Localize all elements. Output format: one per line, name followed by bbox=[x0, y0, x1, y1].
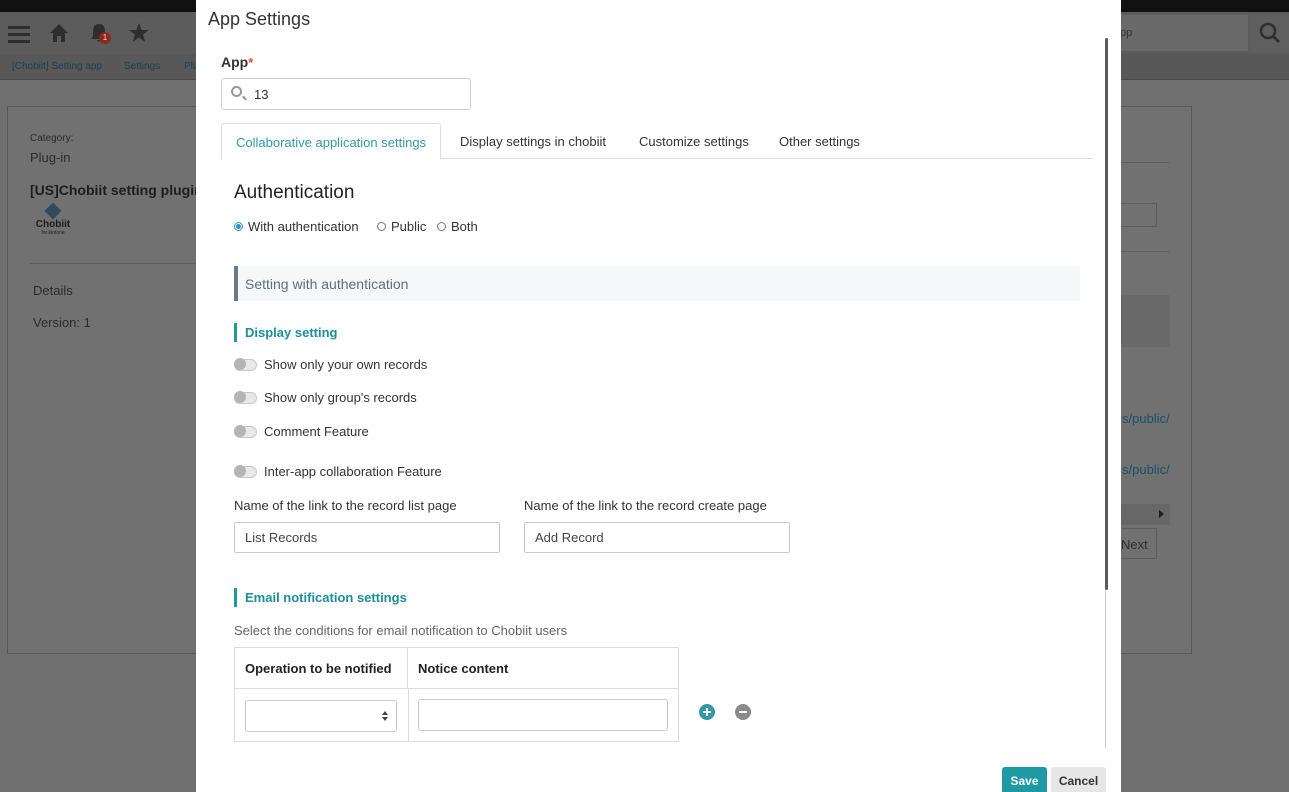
remove-row-button[interactable] bbox=[735, 704, 751, 720]
create-link-label: Name of the link to the record create pa… bbox=[524, 498, 767, 513]
toggle-label: Inter-app collaboration Feature bbox=[264, 464, 442, 479]
toggle-knob bbox=[234, 465, 246, 477]
star-icon[interactable] bbox=[128, 22, 150, 48]
logo-subtext: for kintone bbox=[41, 230, 65, 236]
details-link[interactable]: Details bbox=[33, 283, 73, 298]
divider bbox=[1121, 251, 1169, 252]
toggle-label: Comment Feature bbox=[264, 424, 369, 439]
select-arrows-icon bbox=[382, 711, 388, 721]
public-url-link[interactable]: s/public/ bbox=[1122, 462, 1170, 477]
radio-checked-icon bbox=[234, 222, 243, 232]
column-header: Operation to be notified bbox=[235, 648, 408, 689]
save-button[interactable]: Save bbox=[1002, 767, 1047, 792]
radio-unchecked-icon bbox=[437, 222, 446, 232]
modal-scrollbar[interactable] bbox=[1105, 38, 1108, 590]
section-header: Setting with authentication bbox=[234, 266, 1080, 301]
search-icon bbox=[231, 86, 242, 97]
radio-with-authentication[interactable]: With authentication bbox=[234, 219, 359, 234]
toggle-knob bbox=[234, 425, 246, 437]
minus-icon bbox=[739, 711, 747, 713]
home-icon[interactable] bbox=[48, 22, 70, 48]
tab-display-settings-in-chobiit[interactable]: Display settings in chobiit bbox=[446, 123, 620, 159]
radio-public[interactable]: Public bbox=[377, 219, 426, 234]
radio-label: With authentication bbox=[248, 219, 359, 234]
next-button[interactable]: Next bbox=[1121, 528, 1157, 559]
radio-label: Public bbox=[391, 219, 427, 234]
create-link-input[interactable] bbox=[524, 522, 790, 553]
category-label: Category: bbox=[30, 133, 74, 144]
category-value: Plug-in bbox=[30, 150, 71, 165]
notice-content-input[interactable] bbox=[418, 699, 668, 731]
scroll-track bbox=[1105, 590, 1106, 748]
plugin-title: [US]Chobiit setting plugin bbox=[30, 182, 203, 198]
radio-both[interactable]: Both bbox=[437, 219, 478, 234]
authentication-heading: Authentication bbox=[234, 182, 355, 203]
cancel-button[interactable]: Cancel bbox=[1051, 767, 1106, 792]
required-mark: * bbox=[248, 55, 254, 70]
background-table-header bbox=[1121, 295, 1170, 347]
modal-title: App Settings bbox=[208, 9, 311, 29]
breadcrumb-item[interactable]: Settings bbox=[124, 61, 160, 72]
toggle-knob bbox=[234, 391, 246, 403]
app-search-field[interactable] bbox=[221, 78, 471, 110]
notification-badge: 1 bbox=[99, 32, 111, 44]
app-search-input[interactable] bbox=[254, 85, 454, 103]
breadcrumb-item[interactable]: [Chobiit] Setting app bbox=[12, 61, 102, 72]
version-label: Version: 1 bbox=[33, 315, 91, 330]
app-settings-modal: App Settings App* Collaborative applicat… bbox=[196, 0, 1121, 792]
plus-icon-stroke bbox=[706, 708, 708, 716]
divider bbox=[30, 263, 196, 264]
radio-label: Both bbox=[451, 219, 478, 234]
email-notification-heading: Email notification settings bbox=[234, 588, 407, 607]
global-search-input[interactable]: pp bbox=[1108, 15, 1248, 51]
tab-other-settings[interactable]: Other settings bbox=[765, 123, 874, 159]
display-setting-heading: Display setting bbox=[234, 323, 337, 342]
background-input[interactable] bbox=[1121, 203, 1157, 227]
radio-unchecked-icon bbox=[377, 222, 386, 232]
list-link-input[interactable] bbox=[234, 522, 500, 553]
notification-table: Operation to be notified Notice content bbox=[234, 647, 679, 742]
search-button[interactable] bbox=[1250, 15, 1289, 51]
settings-tabs: Collaborative application settings Displ… bbox=[221, 123, 1093, 160]
pager-bar[interactable] bbox=[1121, 504, 1170, 525]
section-title: Setting with authentication bbox=[245, 276, 409, 292]
column-header: Notice content bbox=[408, 648, 679, 689]
divider bbox=[1121, 162, 1169, 163]
app-label-text: App bbox=[221, 54, 249, 70]
search-icon bbox=[1259, 22, 1281, 44]
tab-collaborative-application-settings[interactable]: Collaborative application settings bbox=[221, 123, 442, 160]
public-url-link[interactable]: s/public/ bbox=[1122, 411, 1170, 426]
email-notification-description: Select the conditions for email notifica… bbox=[234, 623, 568, 638]
menu-icon[interactable] bbox=[8, 22, 30, 43]
toggle-label: Show only your own records bbox=[264, 357, 428, 372]
logo-text: Chobiit bbox=[35, 219, 71, 230]
app-field-label: App* bbox=[221, 54, 253, 70]
toggle-label: Show only group's records bbox=[264, 390, 417, 405]
list-link-label: Name of the link to the record list page bbox=[234, 498, 457, 513]
toggle-knob bbox=[234, 358, 246, 370]
add-row-button[interactable] bbox=[699, 704, 715, 720]
chobiit-logo: Chobiit for kintone bbox=[33, 202, 73, 243]
operation-select[interactable] bbox=[245, 700, 397, 732]
column-divider bbox=[408, 689, 409, 742]
tab-customize-settings[interactable]: Customize settings bbox=[625, 123, 763, 159]
